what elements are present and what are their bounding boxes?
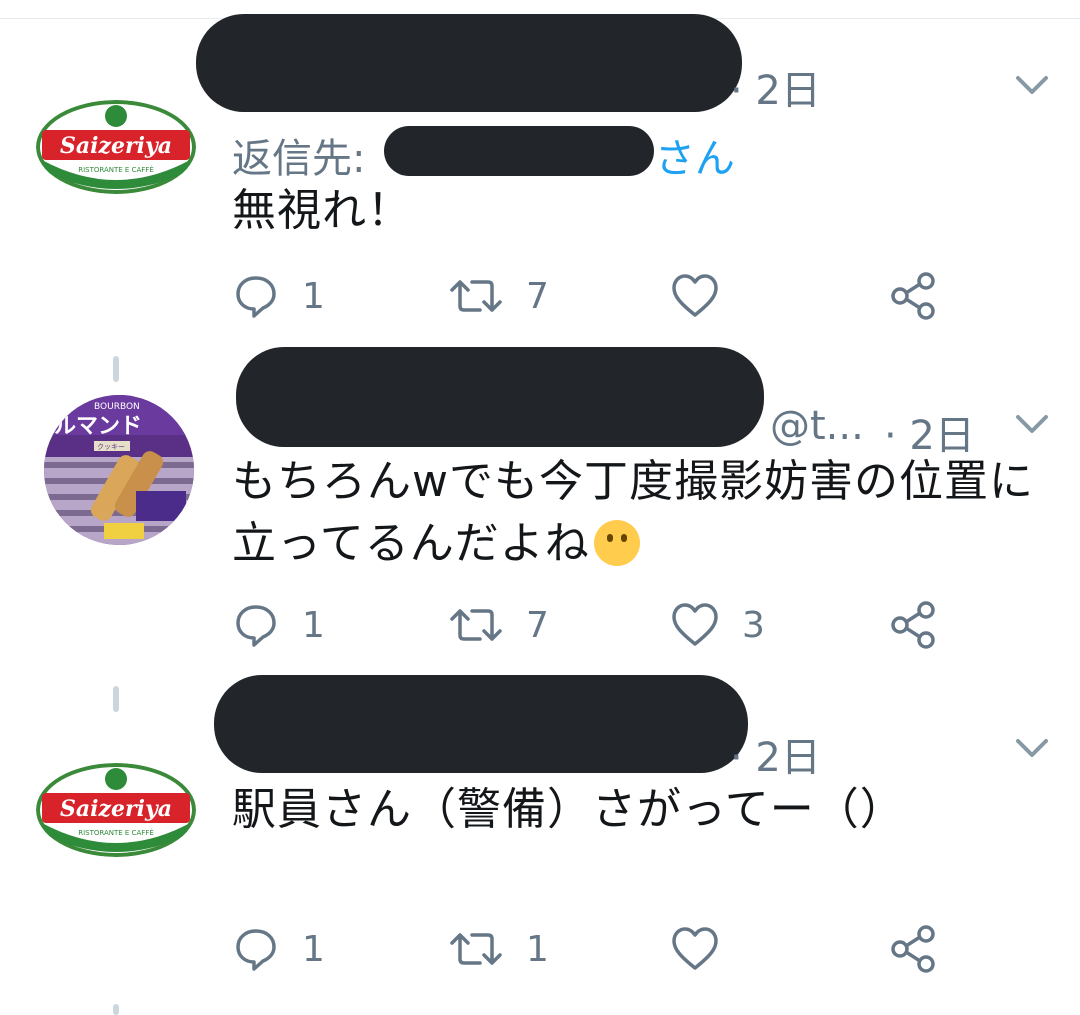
- tweet-timestamp: · 2日: [730, 68, 821, 114]
- redacted-reply-handle: [384, 126, 654, 176]
- reply-button[interactable]: 1: [232, 266, 325, 326]
- reply-button[interactable]: 1: [232, 919, 325, 979]
- svg-text:クッキー: クッキー: [97, 443, 125, 451]
- retweet-button[interactable]: 7: [448, 266, 549, 326]
- svg-text:RISTORANTE E CAFFÈ: RISTORANTE E CAFFÈ: [78, 828, 154, 837]
- tweet-body: 無視れ！: [232, 185, 412, 236]
- retweet-icon: [450, 609, 502, 641]
- reply-count: 1: [302, 928, 325, 970]
- share-button[interactable]: [888, 595, 938, 655]
- retweet-count: 1: [526, 928, 549, 970]
- reply-icon: [236, 276, 276, 318]
- avatar-saizeriya[interactable]: Saizeriya RISTORANTE E CAFFÈ: [36, 100, 196, 194]
- avatar-lumonde[interactable]: BOURBON ルマンド クッキー: [44, 395, 194, 545]
- reply-count: 1: [302, 604, 325, 646]
- share-button[interactable]: [888, 266, 938, 326]
- reply-icon: [236, 929, 276, 971]
- retweet-icon: [450, 933, 502, 965]
- tweet-body-line-2: 立ってるんだよね: [232, 513, 1062, 575]
- avatar-saizeriya[interactable]: Saizeriya RISTORANTE E CAFFÈ: [36, 763, 196, 857]
- saizeriya-logo-icon: Saizeriya RISTORANTE E CAFFÈ: [36, 100, 196, 194]
- tweet-body: もちろんwでも今丁度撮影妨害の位置に 立ってるんだよね: [232, 451, 1062, 575]
- retweet-icon: [450, 280, 502, 312]
- like-button[interactable]: [670, 266, 742, 326]
- svg-text:Saizeriya: Saizeriya: [60, 796, 172, 822]
- redacted-display-name: [214, 675, 748, 773]
- reply-to-mention[interactable]: さん: [655, 136, 735, 182]
- retweet-button[interactable]: 1: [448, 919, 549, 979]
- svg-text:ルマンド: ルマンド: [54, 414, 142, 439]
- chevron-down-icon[interactable]: [1012, 409, 1052, 439]
- share-button[interactable]: [888, 919, 938, 979]
- svg-text:RISTORANTE E CAFFÈ: RISTORANTE E CAFFÈ: [78, 165, 154, 174]
- tweet-body: 駅員さん（警備）さがってー（）: [232, 784, 905, 835]
- redacted-display-name: [236, 347, 764, 447]
- thinking-face-icon: [593, 520, 640, 566]
- retweet-count: 7: [526, 275, 549, 317]
- svg-text:BOURBON: BOURBON: [94, 402, 140, 412]
- handle-fragment: @t...: [770, 403, 864, 449]
- like-count: 3: [742, 604, 765, 646]
- chevron-down-icon[interactable]: [1012, 70, 1052, 100]
- heart-icon: [672, 274, 718, 317]
- svg-text:Saizeriya: Saizeriya: [60, 133, 172, 159]
- reply-count: 1: [302, 275, 325, 317]
- like-button[interactable]: 3: [670, 595, 765, 655]
- tweet-3[interactable]: Saizeriya RISTORANTE E CAFFÈ · 2日 駅員さん（警…: [0, 675, 1080, 1015]
- lumonde-snack-image: BOURBON ルマンド クッキー: [44, 395, 194, 545]
- heart-icon: [672, 603, 718, 646]
- thread-connector: [113, 1004, 119, 1015]
- share-icon: [891, 925, 935, 973]
- tweet-handle: @t...: [770, 403, 864, 449]
- like-button[interactable]: [670, 919, 742, 979]
- share-icon: [891, 601, 935, 649]
- reply-button[interactable]: 1: [232, 595, 325, 655]
- saizeriya-logo-icon: Saizeriya RISTORANTE E CAFFÈ: [36, 763, 196, 857]
- tweet-body-line-1: もちろんwでも今丁度撮影妨害の位置に: [232, 456, 1034, 507]
- redacted-display-name: [196, 14, 742, 112]
- tweet-timestamp: · 2日: [730, 735, 821, 781]
- reply-icon: [236, 605, 276, 647]
- retweet-button[interactable]: 7: [448, 595, 549, 655]
- retweet-count: 7: [526, 604, 549, 646]
- tweet-2[interactable]: BOURBON ルマンド クッキー @t... · 2日 もちろんwでも今丁度撮…: [0, 345, 1080, 675]
- chevron-down-icon[interactable]: [1012, 733, 1052, 763]
- reply-to-label: 返信先:: [232, 136, 366, 182]
- tweet-1[interactable]: Saizeriya RISTORANTE E CAFFÈ · 2日 返信先: さ…: [0, 0, 1080, 345]
- share-icon: [891, 272, 935, 320]
- heart-icon: [672, 927, 718, 970]
